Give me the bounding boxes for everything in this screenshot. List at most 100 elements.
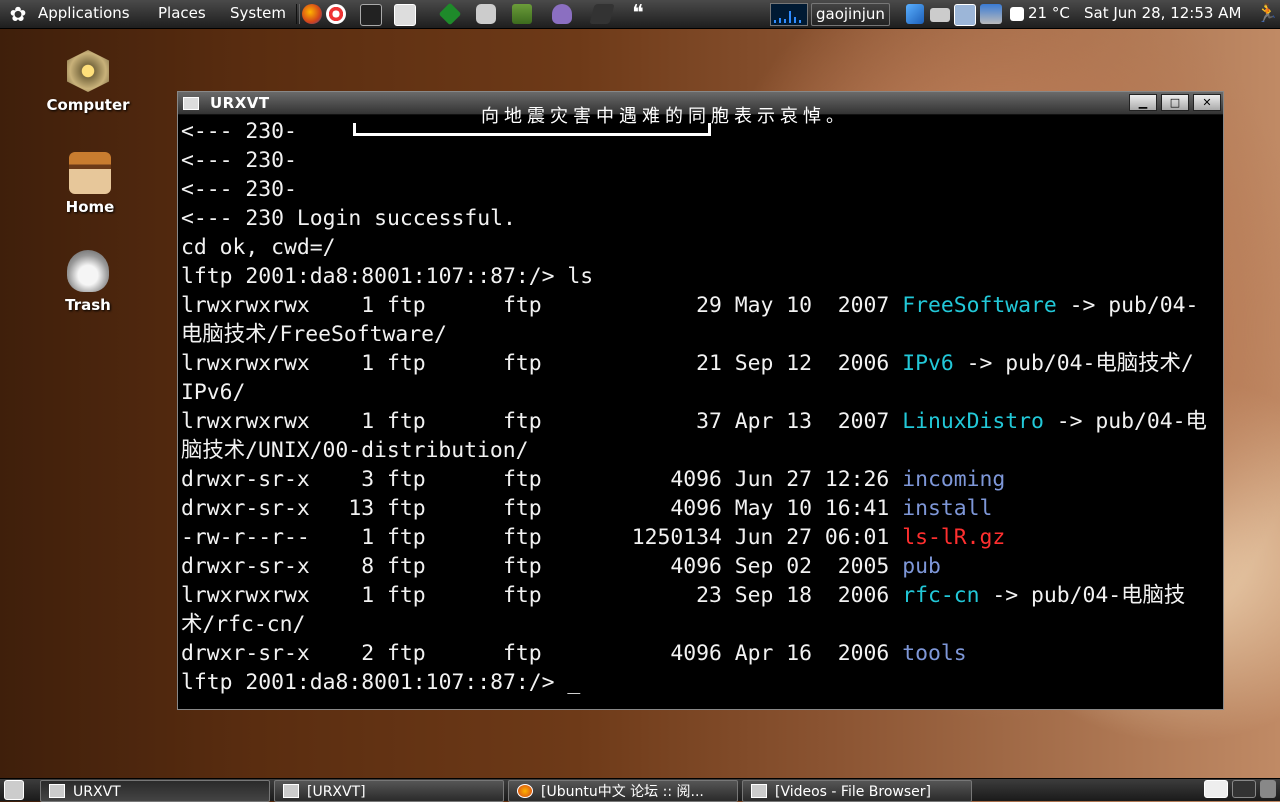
temperature[interactable]: 21 °C xyxy=(1028,4,1070,22)
bottom-panel: URXVT [URXVT] [Ubuntu中文 论坛 :: 阅... [Vide… xyxy=(0,778,1280,802)
terminal-segment: -> pub/04- xyxy=(1056,293,1199,318)
overlay-underline-bracket xyxy=(353,123,711,136)
quote-icon[interactable]: ❝ xyxy=(632,3,656,25)
terminal-line: lftp 2001:da8:8001:107::87:/> _ xyxy=(181,668,1221,697)
terminal-line: drwxr-sr-x 8 ftp ftp 4096 Sep 02 2005 pu… xyxy=(181,552,1221,581)
trash-applet-icon[interactable] xyxy=(1260,780,1276,798)
terminal-segment: IPv6 xyxy=(902,351,954,376)
terminal-line: cd ok, cwd=/ xyxy=(181,233,1221,262)
terminal-segment: ls-lR.gz xyxy=(902,525,1006,550)
maximize-button[interactable]: □ xyxy=(1161,94,1189,111)
workspace-1[interactable] xyxy=(1204,780,1228,798)
terminal-icon xyxy=(49,784,65,798)
firefox-icon[interactable] xyxy=(302,4,322,24)
folder-icon xyxy=(751,784,767,798)
help-icon[interactable] xyxy=(326,4,346,24)
terminal-segment: -> pub/04-电脑技 xyxy=(979,583,1186,608)
desktop-icon-label: Trash xyxy=(65,296,111,314)
terminal-line: 电脑技术/FreeSoftware/ xyxy=(181,320,1221,349)
close-button[interactable]: ✕ xyxy=(1193,94,1221,111)
desktop-icon-label: Computer xyxy=(46,96,130,114)
terminal-line: <--- 230 Login successful. xyxy=(181,204,1221,233)
terminal-segment: drwxr-sr-x 8 ftp ftp 4096 Sep 02 2005 xyxy=(181,554,903,579)
terminal-segment: lrwxrwxrwx 1 ftp ftp 37 Apr 13 2007 xyxy=(181,409,903,434)
desktop-icon-trash[interactable]: Trash xyxy=(38,250,138,314)
firefox-icon xyxy=(517,784,533,798)
terminal-segment: FreeSoftware xyxy=(902,293,1057,318)
minimize-button[interactable]: ▁ xyxy=(1129,94,1157,111)
terminal-line: <--- 230- xyxy=(181,146,1221,175)
menu-applications[interactable]: Applications xyxy=(38,4,130,22)
desktop-icon-label: Home xyxy=(65,198,115,216)
task-file-browser[interactable]: [Videos - File Browser] xyxy=(742,780,972,802)
terminal-line: lrwxrwxrwx 1 ftp ftp 37 Apr 13 2007 Linu… xyxy=(181,407,1221,436)
menu-system[interactable]: System xyxy=(230,4,286,22)
weather-icon[interactable] xyxy=(1010,7,1024,21)
network-manager-icon[interactable] xyxy=(980,4,1002,24)
terminal-line: lrwxrwxrwx 1 ftp ftp 29 May 10 2007 Free… xyxy=(181,291,1221,320)
panel-separator xyxy=(296,4,300,24)
terminal-segment: -rw-r--r-- 1 ftp ftp 1250134 Jun 27 06:0… xyxy=(181,525,903,550)
show-desktop-icon[interactable] xyxy=(4,780,24,800)
keyboard-icon[interactable] xyxy=(930,8,950,22)
window-title: URXVT xyxy=(210,94,270,112)
terminal-segment: <--- 230 Login successful. xyxy=(181,206,516,231)
notes-icon[interactable] xyxy=(589,4,615,24)
terminal-line: 术/rfc-cn/ xyxy=(181,610,1221,639)
terminal-segment: lrwxrwxrwx 1 ftp ftp 21 Sep 12 2006 xyxy=(181,351,903,376)
trash-icon xyxy=(67,250,109,292)
terminal-line: IPv6/ xyxy=(181,378,1221,407)
terminal-segment: lftp 2001:da8:8001:107::87:/> ls xyxy=(181,264,594,289)
task-firefox-forum[interactable]: [Ubuntu中文 论坛 :: 阅... xyxy=(508,780,738,802)
terminal-segment: drwxr-sr-x 2 ftp ftp 4096 Apr 16 2006 xyxy=(181,641,903,666)
terminal-window[interactable]: URXVT ▁ □ ✕ <--- 230- <--- 230- <--- 230- <… xyxy=(177,91,1224,710)
terminal-segment: 电脑技术/FreeSoftware/ xyxy=(181,322,447,347)
terminal-line: lrwxrwxrwx 1 ftp ftp 21 Sep 12 2006 IPv6… xyxy=(181,349,1221,378)
network-icon[interactable] xyxy=(954,4,976,26)
terminal-line: drwxr-sr-x 2 ftp ftp 4096 Apr 16 2006 to… xyxy=(181,639,1221,668)
terminal-segment: install xyxy=(902,496,993,521)
cpu-monitor[interactable] xyxy=(770,3,808,26)
terminal-segment: 脑技术/UNIX/00-distribution/ xyxy=(181,438,529,463)
window-menu-icon[interactable] xyxy=(183,97,199,110)
terminal-line: drwxr-sr-x 13 ftp ftp 4096 May 10 16:41 … xyxy=(181,494,1221,523)
desktop-icon-computer[interactable]: Computer xyxy=(38,50,138,114)
cursor-tool-icon[interactable] xyxy=(906,4,924,24)
terminal-segment: pub xyxy=(902,554,941,579)
vim-icon[interactable] xyxy=(438,2,462,26)
terminal-segment: -> pub/04-电 xyxy=(1043,409,1207,434)
media-player-icon[interactable] xyxy=(476,4,496,24)
terminal-segment: drwxr-sr-x 3 ftp ftp 4096 Jun 27 12:26 xyxy=(181,467,903,492)
computer-icon xyxy=(67,50,109,92)
terminal-segment: rfc-cn xyxy=(902,583,980,608)
terminal-line: lftp 2001:da8:8001:107::87:/> ls xyxy=(181,262,1221,291)
terminal-segment: cd ok, cwd=/ xyxy=(181,235,336,260)
user-switcher[interactable]: gaojinjun xyxy=(811,3,890,26)
terminal-segment: <--- 230- xyxy=(181,177,297,202)
terminal-segment: <--- 230- xyxy=(181,148,297,173)
menu-places[interactable]: Places xyxy=(158,4,206,22)
terminal-output[interactable]: <--- 230- <--- 230- <--- 230- <--- 230 Logi… xyxy=(181,117,1221,705)
books-icon[interactable] xyxy=(512,4,532,24)
desktop-icon-home[interactable]: Home xyxy=(40,152,140,216)
terminal-line: lrwxrwxrwx 1 ftp ftp 23 Sep 18 2006 rfc-… xyxy=(181,581,1221,610)
pidgin-icon[interactable] xyxy=(552,4,572,24)
terminal-line: 脑技术/UNIX/00-distribution/ xyxy=(181,436,1221,465)
task-urxvt-active[interactable]: URXVT xyxy=(40,780,270,802)
terminal-segment: LinuxDistro xyxy=(902,409,1044,434)
clock[interactable]: Sat Jun 28, 12:53 AM xyxy=(1084,4,1241,22)
terminal-icon xyxy=(283,784,299,798)
gnome-foot-icon[interactable]: ✿ xyxy=(6,3,30,25)
terminal-segment: drwxr-sr-x 13 ftp ftp 4096 May 10 16:41 xyxy=(181,496,903,521)
terminal-segment: -> pub/04-电脑技术/ xyxy=(953,351,1194,376)
terminal-line: -rw-r--r-- 1 ftp ftp 1250134 Jun 27 06:0… xyxy=(181,523,1221,552)
terminal-segment: IPv6/ xyxy=(181,380,246,405)
top-panel: ✿ Applications Places System ❝ gaojinjun… xyxy=(0,0,1280,29)
workspace-2[interactable] xyxy=(1232,780,1256,798)
calculator-icon[interactable] xyxy=(394,4,416,26)
logout-runner-icon[interactable]: 🏃 xyxy=(1256,4,1278,24)
terminal-segment: incoming xyxy=(902,467,1006,492)
terminal-icon[interactable] xyxy=(360,4,382,26)
terminal-segment: 术/rfc-cn/ xyxy=(181,612,306,637)
task-urxvt[interactable]: [URXVT] xyxy=(274,780,504,802)
